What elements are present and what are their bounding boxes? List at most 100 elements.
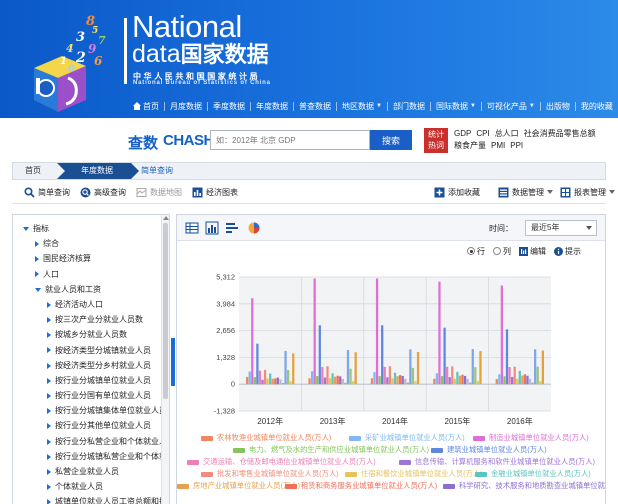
- nav-item[interactable]: 地区数据 ▼: [337, 101, 388, 111]
- caret-down-icon[interactable]: [23, 226, 29, 231]
- breadcrumb-home[interactable]: 首页: [13, 163, 63, 179]
- caret-down-icon[interactable]: [35, 287, 41, 292]
- tree-node[interactable]: 经济活动人口: [13, 297, 163, 312]
- caret-right-icon[interactable]: [47, 499, 51, 504]
- tree-node[interactable]: 就业人员和工资: [13, 282, 163, 297]
- legend-item[interactable]: 批发和零售业城镇单位就业人员(万人): [201, 469, 339, 479]
- scroll-up-icon[interactable]: [163, 216, 169, 220]
- tree-node[interactable]: 国民经济核算: [13, 251, 163, 266]
- breadcrumb-sub[interactable]: 简单查询: [141, 163, 173, 179]
- search-button[interactable]: 搜索: [370, 130, 412, 150]
- caret-right-icon[interactable]: [47, 392, 51, 399]
- caret-right-icon[interactable]: [35, 241, 39, 248]
- tree-node[interactable]: 按行业分其他单位就业人员: [13, 418, 163, 433]
- hot-word-link[interactable]: 社会消费品零售总额: [524, 129, 596, 138]
- tree-node[interactable]: 人口: [13, 267, 163, 282]
- bar: [440, 376, 444, 385]
- caret-right-icon[interactable]: [47, 453, 51, 460]
- bar: [443, 327, 446, 385]
- report-manage-button[interactable]: 报表管理: [560, 187, 615, 198]
- hot-word-link[interactable]: 粮食产量: [454, 141, 486, 150]
- nav-item[interactable]: 年度数据: [251, 101, 294, 111]
- data-manage-button[interactable]: 数据管理: [498, 187, 553, 198]
- tree-node[interactable]: 按城乡分就业人员数: [13, 327, 163, 342]
- legend-item[interactable]: 农林牧渔业城镇单位就业人员(万人): [201, 433, 331, 443]
- line-view-icon[interactable]: [225, 221, 239, 235]
- time-range-select[interactable]: 最近5年: [525, 220, 597, 236]
- hot-word-link[interactable]: CPI: [476, 129, 489, 138]
- caret-right-icon[interactable]: [47, 317, 51, 324]
- tree-node[interactable]: 按行业分城镇集体单位就业人员: [13, 403, 163, 418]
- tree-node[interactable]: 按行业分城镇私营企业和个体就业: [13, 449, 163, 464]
- tree-node[interactable]: 按行业分私营企业和个体就业人员: [13, 434, 163, 449]
- nav-item[interactable]: 普查数据: [294, 101, 337, 111]
- caret-right-icon[interactable]: [47, 484, 51, 491]
- legend-item[interactable]: 信息传输、计算机服务和软件业城镇单位就业人员(万人): [399, 457, 595, 467]
- simple-query-button[interactable]: 简单查询: [24, 187, 70, 198]
- nav-item[interactable]: 部门数据: [388, 101, 431, 111]
- nav-item[interactable]: 国际数据 ▼: [431, 101, 482, 111]
- orient-row-radio[interactable]: 行: [467, 246, 485, 257]
- search-input[interactable]: [210, 130, 370, 150]
- economic-chart-button[interactable]: 经济图表: [192, 187, 238, 198]
- nav-item-label: 年度数据: [256, 101, 288, 111]
- tree-scrollbar[interactable]: [161, 215, 169, 504]
- orient-col-radio[interactable]: 列: [493, 246, 511, 257]
- tree-node[interactable]: 按行业分城镇单位就业人员: [13, 373, 163, 388]
- report-manage-icon: [560, 187, 571, 198]
- panel-splitter[interactable]: [171, 338, 175, 386]
- tree-node[interactable]: 私营企业就业人员: [13, 464, 163, 479]
- legend-item[interactable]: 建筑业城镇单位就业人员(万人): [431, 445, 547, 455]
- table-view-icon[interactable]: [185, 221, 199, 235]
- hot-word-link[interactable]: GDP: [454, 129, 471, 138]
- bar: [328, 378, 332, 385]
- legend-item[interactable]: 科学研究、技术服务和地质勘查业城镇单位就业人员(万人): [443, 481, 605, 491]
- tree-node[interactable]: 城镇单位就业人员工资总额和指: [13, 494, 163, 504]
- tree-node[interactable]: 个体就业人员: [13, 479, 163, 494]
- legend-item[interactable]: 交通运输、仓储及邮电通信业城镇单位就业人员(万人): [187, 457, 376, 467]
- caret-right-icon[interactable]: [47, 438, 51, 445]
- tree-node[interactable]: 指标: [13, 221, 163, 236]
- caret-right-icon[interactable]: [47, 362, 51, 369]
- advanced-query-button[interactable]: 高级查询: [80, 187, 126, 198]
- scroll-thumb[interactable]: [163, 223, 168, 399]
- caret-right-icon[interactable]: [47, 347, 51, 354]
- legend-item[interactable]: 采矿业城镇单位就业人员(万人): [349, 433, 465, 443]
- nav-item[interactable]: 我的收藏: [576, 101, 618, 111]
- legend-item[interactable]: 房地产业城镇单位就业人员(万人): [177, 481, 300, 491]
- nav-item[interactable]: 可视化产品 ▼: [482, 101, 541, 111]
- legend-item[interactable]: 租赁和商务服务业城镇单位就业人员(万人): [285, 481, 437, 491]
- caret-right-icon[interactable]: [35, 271, 39, 278]
- caret-right-icon[interactable]: [47, 301, 51, 308]
- pie-view-icon[interactable]: [247, 221, 261, 235]
- legend-item[interactable]: 住宿和餐饮业城镇单位就业人员(万人): [345, 469, 483, 479]
- nav-item[interactable]: 月度数据: [165, 101, 208, 111]
- legend-item[interactable]: 金融业城镇单位就业人员(万人): [475, 469, 591, 479]
- hot-word-link[interactable]: PPI: [510, 141, 523, 150]
- add-favorite-button[interactable]: 添加收藏: [434, 187, 480, 198]
- caret-right-icon[interactable]: [47, 468, 51, 475]
- nav-item[interactable]: 首页: [128, 101, 165, 111]
- tree-node[interactable]: 按三次产业分就业人员数: [13, 312, 163, 327]
- hot-word-link[interactable]: 总人口: [495, 129, 519, 138]
- legend-item[interactable]: 制造业城镇单位就业人员(万人): [473, 433, 589, 443]
- bar-view-icon[interactable]: [205, 221, 219, 235]
- caret-right-icon[interactable]: [47, 423, 51, 430]
- edit-button[interactable]: 编辑: [519, 246, 546, 257]
- tree-node[interactable]: 按经济类型分城镇就业人员: [13, 343, 163, 358]
- logo-national: National: [132, 9, 242, 44]
- nav-item[interactable]: 季度数据: [208, 101, 251, 111]
- hint-button[interactable]: 提示: [554, 246, 581, 257]
- legend-item[interactable]: 电力、燃气及水的生产和供应业城镇单位就业人员(万人): [233, 445, 429, 455]
- nav-item[interactable]: 出版物: [541, 101, 576, 111]
- caret-right-icon[interactable]: [47, 377, 51, 384]
- caret-right-icon[interactable]: [47, 332, 51, 339]
- caret-right-icon[interactable]: [35, 256, 39, 263]
- tree-node[interactable]: 按经济类型分乡村就业人员: [13, 358, 163, 373]
- data-map-button[interactable]: 数据地图: [136, 187, 182, 198]
- breadcrumb-current[interactable]: 年度数据: [57, 163, 139, 179]
- caret-right-icon[interactable]: [47, 408, 51, 415]
- tree-node[interactable]: 综合: [13, 236, 163, 251]
- hot-word-link[interactable]: PMI: [491, 141, 505, 150]
- tree-node[interactable]: 按行业分国有单位就业人员: [13, 388, 163, 403]
